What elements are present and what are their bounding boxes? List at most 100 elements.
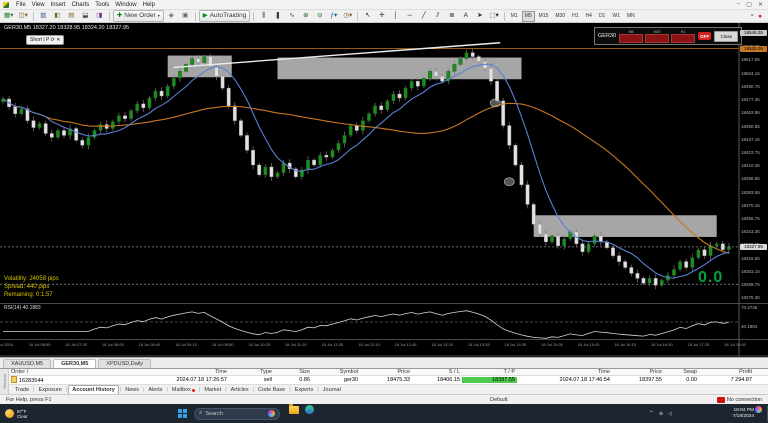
new-chart-button[interactable]: ▦▾ [2,10,15,22]
terminal-tab-trade[interactable]: Trade [12,386,32,394]
timeframe-mn[interactable]: MN [624,11,638,22]
terminal-tab-alerts[interactable]: Alerts [145,386,165,394]
market-watch-button[interactable]: ▥ [37,10,50,22]
taskbar-search[interactable]: ⌕ Search [194,407,280,420]
signal-value-cell[interactable] [671,33,696,43]
col-header-open_price[interactable]: Price [360,369,412,375]
shapes-tool-button[interactable]: ⬚▾ [487,10,500,22]
search-icon[interactable]: ⌕ [750,12,754,20]
col-header-close_price[interactable]: Price [612,369,664,375]
terminal-side-strip[interactable]: Terminal [0,369,9,394]
col-header-open_time[interactable]: Time [129,369,229,375]
cursor-button[interactable]: ↖ [361,10,374,22]
zoom-in-button[interactable]: ⊕ [299,10,312,22]
terminal-tab-market[interactable]: Market [201,386,224,394]
close-button[interactable]: ✕ [758,1,763,8]
menu-help[interactable]: Help [140,2,158,8]
clock-date: 7/18/2024 [732,413,754,419]
signal-off-button[interactable]: OFF [698,32,712,40]
hline-button[interactable]: ─ [403,10,416,22]
print-button[interactable]: ▣ [179,10,192,22]
timeframe-m1[interactable]: M1 [508,11,521,22]
text-tool-button[interactable]: A [459,10,472,22]
col-header-profit[interactable]: Profit [699,369,754,375]
crosshair-button[interactable]: ✛ [375,10,388,22]
timeframe-m5[interactable]: M5 [521,10,535,22]
chart-tab-ger30[interactable]: GER30,M5 [53,359,97,368]
menu-file[interactable]: File [13,2,29,8]
connection-bars-icon [716,396,725,403]
taskbar-weather[interactable]: 87°F Clear [5,404,28,423]
col-header-type[interactable]: Type [229,369,274,375]
terminal-tab-mailbox[interactable]: Mailbox [169,386,198,394]
signal-value-cell[interactable] [619,33,644,43]
timeframe-d1[interactable]: D1 [596,11,608,22]
periods-button[interactable]: ◷▾ [341,10,354,22]
taskbar-clock[interactable]: 18:04 PM 7/18/2024 [733,404,754,423]
indicators-button[interactable]: ƒ▾ [327,10,340,22]
chart-tab-xpdusd[interactable]: XPDUSD,Daily [98,359,151,368]
maximize-button[interactable]: ▢ [746,1,752,8]
signal-value-cell[interactable] [645,33,670,43]
tray-network-icon[interactable]: ⊕ [659,411,663,417]
col-header-size[interactable]: Size [274,369,312,375]
timeframe-w1[interactable]: W1 [609,11,623,22]
profiles-button[interactable]: ◫▾ [16,10,29,22]
menu-insert[interactable]: Insert [48,2,69,8]
menu-tools[interactable]: Tools [92,2,112,8]
line-chart-button[interactable]: ∿ [285,10,298,22]
col-header-symbol[interactable]: Symbol [312,369,360,375]
menu-window[interactable]: Window [112,2,139,8]
col-header-sl[interactable]: S / L [412,369,462,375]
channel-button[interactable]: ⫽ [431,10,444,22]
zoom-out-button[interactable]: ⊖ [313,10,326,22]
tray-volume-icon[interactable]: ◁ [668,411,672,417]
col-header-swap[interactable]: Swap [664,369,699,375]
data-window-button[interactable]: ◧ [51,10,64,22]
terminal-tab-exposure[interactable]: Exposure [36,386,65,394]
history-table-header: Order / Time Type Size Symbol Price S / LT / P… [9,369,768,376]
arrows-tool-button[interactable]: ➤ [473,10,486,22]
menu-view[interactable]: View [29,2,48,8]
menu-charts[interactable]: Charts [69,2,93,8]
record-status-icon[interactable]: ● [758,13,762,20]
navigator-button[interactable]: ▤ [65,10,78,22]
vline-button[interactable]: │ [389,10,402,22]
file-explorer-icon[interactable] [288,403,299,415]
tray-chevron-icon[interactable]: ⌃ [649,410,654,417]
ea-short-button[interactable]: Short | P ⟳ ✕ [26,35,65,45]
start-button[interactable] [178,404,187,423]
strategy-tester-button[interactable]: ◨ [93,10,106,22]
terminal-tab-articles[interactable]: Articles [228,386,252,394]
minimize-button[interactable]: – [737,1,740,8]
col-header-close_time[interactable]: Time [517,369,612,375]
copilot-icon[interactable] [753,404,764,415]
col-header-order[interactable]: Order / [9,369,129,375]
col-header-tp[interactable]: T / P [462,369,517,375]
timeframe-m15[interactable]: M15 [536,11,552,22]
signal-close-button[interactable]: Close [714,30,738,42]
timeframe-h4[interactable]: H4 [583,11,595,22]
mql5-button[interactable]: ◆ [165,10,178,22]
timeframe-m30[interactable]: M30 [552,11,568,22]
terminal-panel-button[interactable]: ⬓ [79,10,92,22]
trendline-tool-button[interactable]: ╱ [417,10,430,22]
browser-icon[interactable] [304,404,315,415]
new-order-button[interactable]: ✚ New Order ▾ [112,10,164,22]
vline-icon: │ [393,11,398,19]
bar-chart-button[interactable]: ⫼ [257,10,270,22]
autotrading-button[interactable]: ▶ AutoTraiding [198,10,251,22]
fibonacci-button[interactable]: ≣ [445,10,458,22]
timeframe-h1[interactable]: H1 [569,11,581,22]
fibonacci-icon: ≣ [449,11,455,19]
history-table-row[interactable]: 16283544 2024.07.18 17:26:57 sell 0.86 ger30… [9,376,768,384]
terminal-tab-code-base[interactable]: Code Base [255,386,288,394]
terminal-tab-experts[interactable]: Experts [292,386,317,394]
price-chart[interactable] [0,23,768,357]
candle-chart-button[interactable]: ❚ [271,10,284,22]
candles [1,48,731,290]
terminal-tab-news[interactable]: News [122,386,142,394]
chart-tab-xauusd[interactable]: XAUUSD,M5 [3,359,52,368]
terminal-tab-journal[interactable]: Journal [320,386,344,394]
cell-close_price: 18397.55 [639,377,662,383]
